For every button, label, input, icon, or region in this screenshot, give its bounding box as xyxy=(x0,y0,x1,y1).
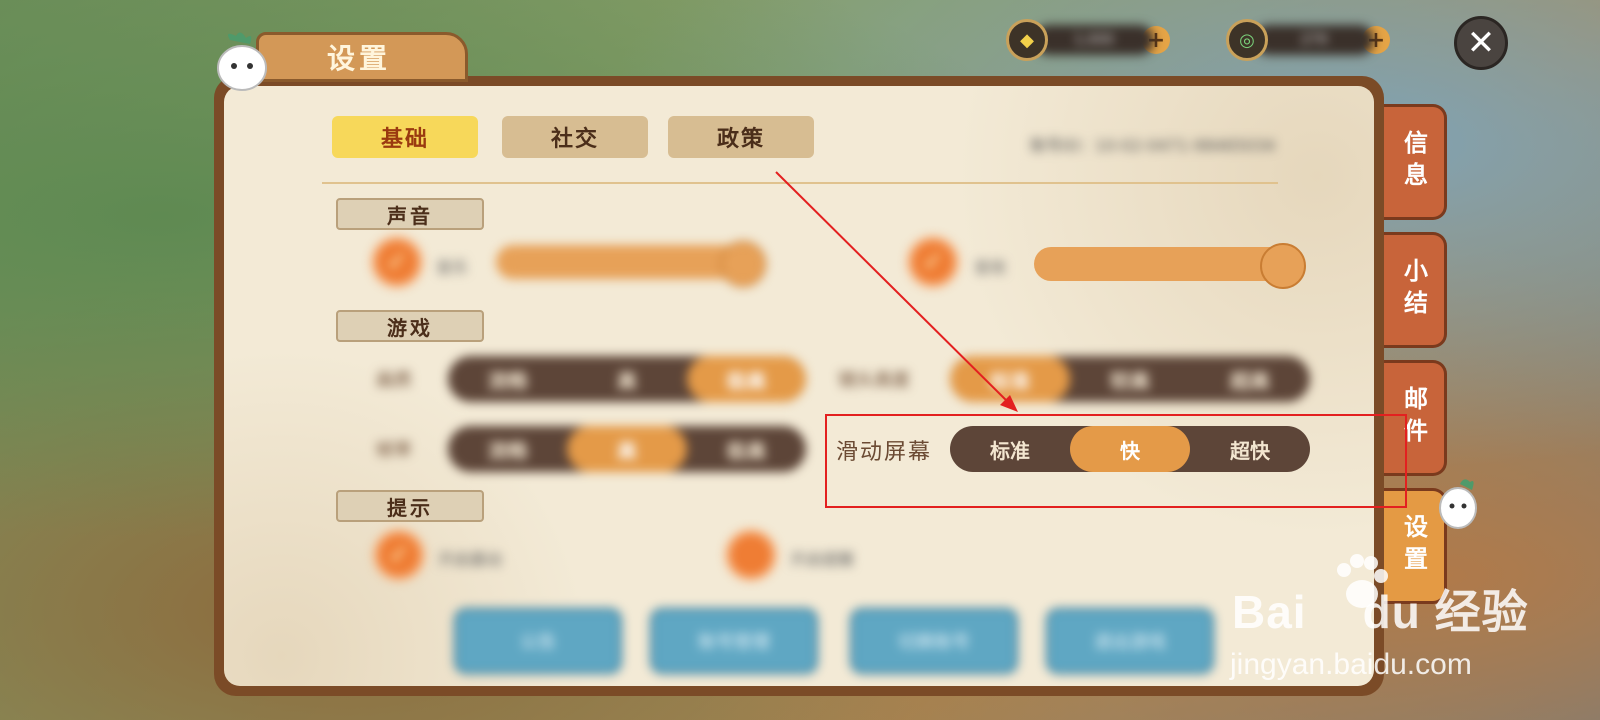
frame-label: 帧率 xyxy=(376,440,412,461)
tab-basic[interactable]: 基础 xyxy=(332,116,478,158)
music-checkbox[interactable]: ✓ xyxy=(376,241,418,283)
announcement-button[interactable]: 公告 xyxy=(454,608,622,674)
quality-option-3[interactable]: 极高 xyxy=(686,356,806,402)
copper-coin-icon: ◎ xyxy=(1226,19,1268,61)
music-slider-knob[interactable] xyxy=(720,241,766,287)
view-height-option-2[interactable]: 较高 xyxy=(1070,356,1190,402)
copper-amount: 279 xyxy=(1254,25,1374,55)
tip1-label: 开启震动 xyxy=(438,550,503,569)
annotation-highlight-box xyxy=(825,414,1407,508)
music-label: 音乐 xyxy=(436,258,469,277)
frame-option-2[interactable]: 高 xyxy=(567,426,687,472)
quality-label: 画质 xyxy=(376,370,412,391)
section-sound-title: 声音 xyxy=(336,198,484,230)
frame-segmented: 流畅 高 极高 xyxy=(448,426,806,472)
view-height-option-3[interactable]: 超高 xyxy=(1190,356,1310,402)
gem-currency: ◆ 1,000 + xyxy=(1006,19,1170,61)
watermark-brand2: du xyxy=(1362,586,1421,638)
quality-option-1[interactable]: 流畅 xyxy=(448,356,567,402)
sfx-label: 音效 xyxy=(974,258,1007,277)
view-height-option-1[interactable]: 标准 xyxy=(950,356,1070,402)
radish-mascot-icon xyxy=(217,32,267,91)
sfx-checkbox[interactable]: ✓ xyxy=(912,241,954,283)
account-manage-button[interactable]: 账号管理 xyxy=(650,608,818,674)
sfx-slider-knob[interactable] xyxy=(1260,243,1306,289)
watermark-url: jingyan.baidu.com xyxy=(1230,648,1472,681)
copper-currency: ◎ 279 + xyxy=(1226,19,1390,61)
watermark-cn: 经验 xyxy=(1434,586,1529,638)
baidu-watermark: Bai du 经验 xyxy=(1232,576,1529,642)
gem-amount: 1,000 xyxy=(1034,25,1154,55)
tip1-checkbox[interactable]: ✓ xyxy=(378,534,420,576)
tab-social[interactable]: 社交 xyxy=(502,116,648,158)
section-game-title: 游戏 xyxy=(336,310,484,342)
quality-option-2[interactable]: 高 xyxy=(567,356,686,402)
switch-account-button[interactable]: 切换账号 xyxy=(850,608,1018,674)
watermark-brand: Bai xyxy=(1232,586,1307,638)
exit-game-button[interactable]: 退出游戏 xyxy=(1046,608,1214,674)
view-height-label: 镜头高度 xyxy=(838,370,910,391)
window-title: 设置 xyxy=(256,32,468,82)
tip2-checkbox[interactable]: ✓ xyxy=(730,534,772,576)
account-id-text: 账号ID：10-02-0471-98465034 xyxy=(1030,136,1276,155)
side-tab-summary[interactable]: 小结 xyxy=(1384,232,1447,348)
sfx-volume-slider[interactable] xyxy=(1034,243,1306,289)
music-volume-slider[interactable] xyxy=(496,241,766,287)
radish-mascot-small-icon xyxy=(1439,479,1477,529)
gem-coin-icon: ◆ xyxy=(1006,19,1048,61)
tip2-label: 开启提醒 xyxy=(790,550,855,569)
section-divider xyxy=(322,182,1278,184)
frame-option-3[interactable]: 极高 xyxy=(687,426,806,472)
frame-option-1[interactable]: 流畅 xyxy=(448,426,567,472)
section-tips-title: 提示 xyxy=(336,490,484,522)
tab-policy[interactable]: 政策 xyxy=(668,116,814,158)
quality-segmented: 流畅 高 极高 xyxy=(448,356,806,402)
side-tab-info[interactable]: 信息 xyxy=(1384,104,1447,220)
view-height-segmented: 标准 较高 超高 xyxy=(950,356,1310,402)
close-button[interactable]: ✕ xyxy=(1454,16,1508,70)
